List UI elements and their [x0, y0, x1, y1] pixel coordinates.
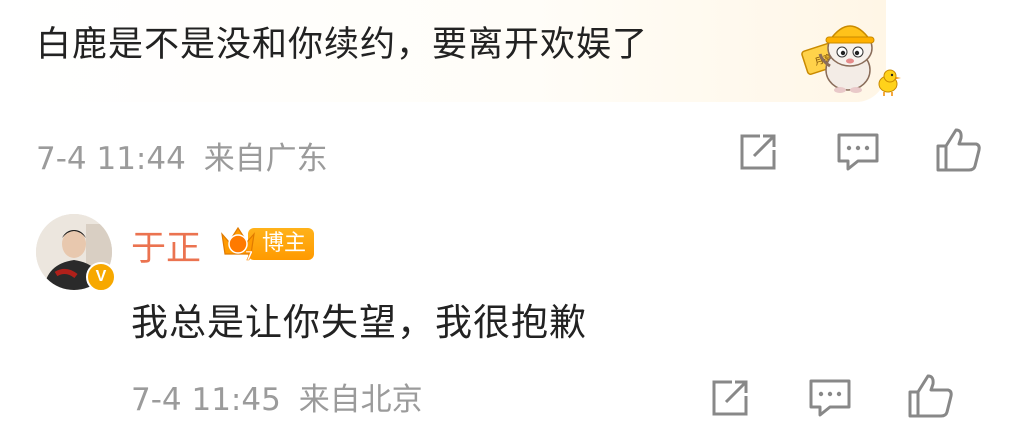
comment-timestamp: 7-4 11:44 来自广东 [36, 133, 328, 178]
reply-location: 来自北京 [298, 382, 423, 418]
blogger-badge: 博主 7 [218, 222, 316, 264]
reply-timestamp: 7-4 11:45 来自北京 [131, 374, 423, 419]
thumbs-up-icon[interactable] [906, 372, 954, 420]
reply-username[interactable]: 于正 [131, 220, 201, 271]
comment-text: 白鹿是不是没和你续约，要离开欢娱了 [36, 25, 649, 65]
cartoon-sheep-sticker-icon: 月亮 [801, 25, 901, 96]
comment-location: 来自广东 [203, 141, 328, 177]
crown-level-icon: 7 [221, 226, 255, 263]
comment-time: 7-4 11:44 [36, 141, 186, 177]
verified-badge: V [86, 262, 116, 292]
share-icon[interactable] [706, 374, 754, 422]
reply-avatar[interactable]: V [36, 214, 116, 292]
reply-time: 7-4 11:45 [131, 382, 281, 418]
thumbs-up-icon[interactable] [934, 126, 982, 174]
reply-text: 我总是让你失望，我很抱歉 [131, 301, 587, 344]
share-icon[interactable] [734, 128, 782, 176]
comment-icon[interactable] [834, 128, 882, 176]
comment-bubble: 白鹿是不是没和你续约，要离开欢娱了 月亮 [0, 0, 901, 102]
comment-icon[interactable] [806, 374, 854, 422]
badge-level: 7 [245, 249, 253, 263]
